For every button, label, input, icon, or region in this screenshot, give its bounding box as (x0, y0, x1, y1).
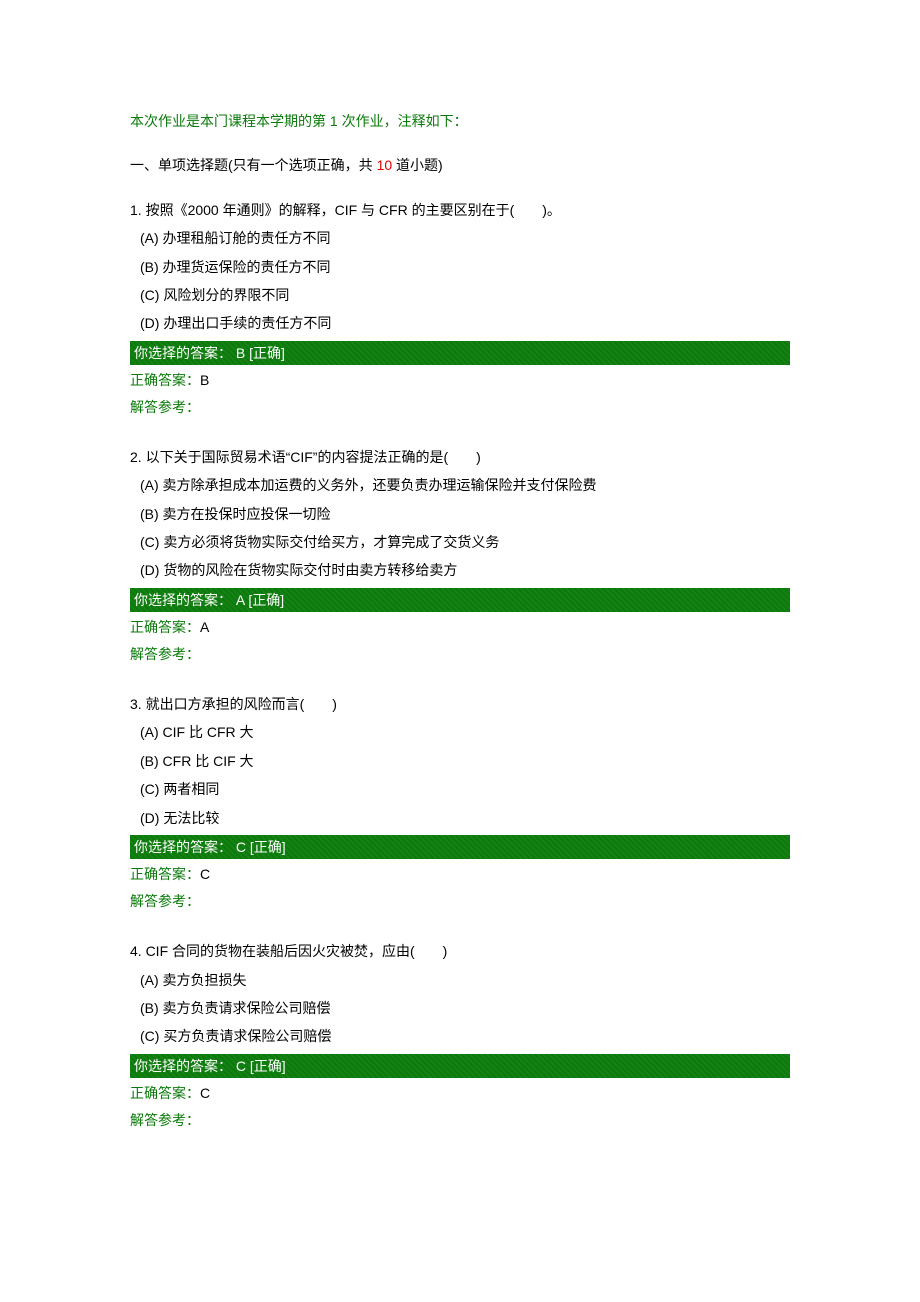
your-answer-label: 你选择的答案： (134, 1058, 232, 1074)
correct-answer-line: 正确答案：A (130, 616, 790, 638)
question-stem: 1. 按照《2000 年通则》的解释，CIF 与 CFR 的主要区别在于( )。 (130, 199, 790, 221)
correct-mark: [正确] (250, 839, 286, 855)
question-option: (C) 风险划分的界限不同 (130, 284, 790, 306)
your-answer-bar: 你选择的答案： C [正确] (130, 835, 790, 859)
question-block: 4. CIF 合同的货物在装船后因火灾被焚，应由( ) (A) 卖方负担损失 (… (130, 940, 790, 1131)
correct-answer-line: 正确答案：C (130, 863, 790, 885)
correct-answer-value: B (200, 372, 209, 388)
correct-mark: [正确] (248, 592, 284, 608)
explain-label: 解答参考： (130, 1109, 790, 1131)
question-option: (B) 卖方负责请求保险公司赔偿 (130, 997, 790, 1019)
question-option: (C) 买方负责请求保险公司赔偿 (130, 1025, 790, 1047)
your-answer-value: C (232, 1058, 250, 1074)
question-stem: 2. 以下关于国际贸易术语“CIF”的内容提法正确的是( ) (130, 446, 790, 468)
question-option: (D) 无法比较 (130, 807, 790, 829)
correct-mark: [正确] (249, 345, 285, 361)
question-option: (A) CIF 比 CFR 大 (130, 721, 790, 743)
your-answer-bar: 你选择的答案： A [正确] (130, 588, 790, 612)
correct-answer-label: 正确答案： (130, 866, 200, 882)
question-option: (A) 卖方除承担成本加运费的义务外，还要负责办理运输保险并支付保险费 (130, 474, 790, 496)
correct-answer-label: 正确答案： (130, 619, 200, 635)
question-option: (C) 两者相同 (130, 778, 790, 800)
intro-prefix: 本次作业是本门课程本学期的第 (130, 113, 330, 129)
correct-answer-value: A (200, 619, 209, 635)
explain-label: 解答参考： (130, 890, 790, 912)
intro-number: 1 (330, 113, 338, 129)
question-stem: 3. 就出口方承担的风险而言( ) (130, 693, 790, 715)
question-option: (D) 办理出口手续的责任方不同 (130, 312, 790, 334)
your-answer-value: C (232, 839, 250, 855)
your-answer-value: B (232, 345, 249, 361)
explain-label: 解答参考： (130, 643, 790, 665)
your-answer-bar: 你选择的答案： C [正确] (130, 1054, 790, 1078)
document-page: 本次作业是本门课程本学期的第 1 次作业，注释如下： 一、单项选择题(只有一个选… (0, 0, 920, 1219)
question-option: (B) CFR 比 CIF 大 (130, 750, 790, 772)
question-option: (A) 卖方负担损失 (130, 969, 790, 991)
correct-answer-value: C (200, 866, 210, 882)
your-answer-label: 你选择的答案： (134, 839, 232, 855)
correct-answer-value: C (200, 1085, 210, 1101)
correct-mark: [正确] (250, 1058, 286, 1074)
section-count: 10 (377, 157, 393, 173)
section-suffix: 道小题) (392, 157, 443, 173)
correct-answer-label: 正确答案： (130, 372, 200, 388)
question-block: 1. 按照《2000 年通则》的解释，CIF 与 CFR 的主要区别在于( )。… (130, 199, 790, 418)
question-block: 2. 以下关于国际贸易术语“CIF”的内容提法正确的是( ) (A) 卖方除承担… (130, 446, 790, 665)
question-option: (A) 办理租船订舱的责任方不同 (130, 227, 790, 249)
question-stem: 4. CIF 合同的货物在装船后因火灾被焚，应由( ) (130, 940, 790, 962)
your-answer-bar: 你选择的答案： B [正确] (130, 341, 790, 365)
correct-answer-line: 正确答案：B (130, 369, 790, 391)
correct-answer-label: 正确答案： (130, 1085, 200, 1101)
your-answer-value: A (232, 592, 248, 608)
section-heading: 一、单项选择题(只有一个选项正确，共 10 道小题) (130, 154, 790, 176)
question-option: (C) 卖方必须将货物实际交付给买方，才算完成了交货义务 (130, 531, 790, 553)
your-answer-label: 你选择的答案： (134, 592, 232, 608)
your-answer-label: 你选择的答案： (134, 345, 232, 361)
correct-answer-line: 正确答案：C (130, 1082, 790, 1104)
question-option: (B) 办理货运保险的责任方不同 (130, 256, 790, 278)
question-option: (D) 货物的风险在货物实际交付时由卖方转移给卖方 (130, 559, 790, 581)
question-option: (B) 卖方在投保时应投保一切险 (130, 503, 790, 525)
assignment-intro: 本次作业是本门课程本学期的第 1 次作业，注释如下： (130, 110, 790, 132)
section-prefix: 一、单项选择题(只有一个选项正确，共 (130, 157, 377, 173)
explain-label: 解答参考： (130, 396, 790, 418)
question-block: 3. 就出口方承担的风险而言( ) (A) CIF 比 CFR 大 (B) CF… (130, 693, 790, 912)
intro-suffix: 次作业，注释如下： (338, 113, 468, 129)
